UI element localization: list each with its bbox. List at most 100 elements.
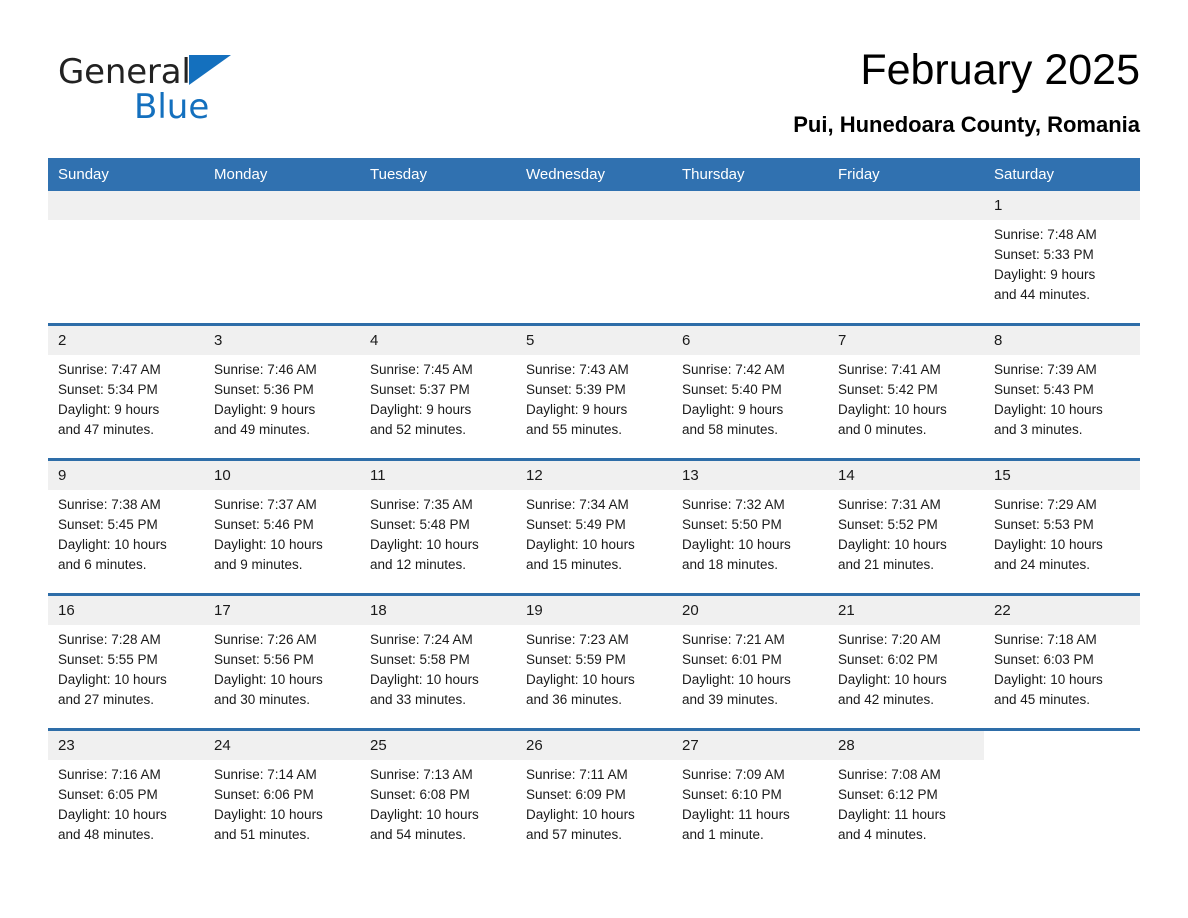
- day-number: 4: [360, 326, 516, 355]
- day-box[interactable]: 22 Sunrise: 7:18 AM Sunset: 6:03 PM Dayligh…: [984, 596, 1140, 728]
- day-details: Sunrise: 7:39 AM Sunset: 5:43 PM Daylight:…: [984, 355, 1140, 440]
- daylight-text-line1: Daylight: 10 hours: [214, 807, 323, 822]
- sunset-text: Sunset: 6:01 PM: [682, 652, 782, 667]
- sunset-text: Sunset: 6:09 PM: [526, 787, 626, 802]
- day-box[interactable]: 4 Sunrise: 7:45 AM Sunset: 5:37 PM Daylight…: [360, 326, 516, 458]
- day-box[interactable]: 6 Sunrise: 7:42 AM Sunset: 5:40 PM Daylight…: [672, 326, 828, 458]
- day-box[interactable]: 26 Sunrise: 7:11 AM Sunset: 6:09 PM Dayligh…: [516, 731, 672, 863]
- day-box[interactable]: 2 Sunrise: 7:47 AM Sunset: 5:34 PM Daylight…: [48, 326, 204, 458]
- sunset-text: Sunset: 5:50 PM: [682, 517, 782, 532]
- daylight-text-line1: Daylight: 10 hours: [838, 672, 947, 687]
- day-number: 3: [204, 326, 360, 355]
- page-header: General Blue February 2025 Pui, Hunedoar…: [48, 44, 1140, 150]
- sunset-text: Sunset: 5:37 PM: [370, 382, 470, 397]
- daylight-text-line2: and 42 minutes.: [838, 692, 935, 707]
- day-box[interactable]: 21 Sunrise: 7:20 AM Sunset: 6:02 PM Dayligh…: [828, 596, 984, 728]
- calendar-cell-day-21: 21 Sunrise: 7:20 AM Sunset: 6:02 PM Dayligh…: [828, 593, 984, 730]
- day-details: Sunrise: 7:29 AM Sunset: 5:53 PM Daylight:…: [984, 490, 1140, 575]
- sunrise-text: Sunrise: 7:18 AM: [994, 632, 1097, 647]
- sunrise-text: Sunrise: 7:32 AM: [682, 497, 785, 512]
- calendar-cell-day-8: 8 Sunrise: 7:39 AM Sunset: 5:43 PM Daylight…: [984, 323, 1140, 460]
- day-box[interactable]: 27 Sunrise: 7:09 AM Sunset: 6:10 PM Dayligh…: [672, 731, 828, 863]
- sunrise-text: Sunrise: 7:11 AM: [526, 767, 628, 782]
- daylight-text-line1: Daylight: 10 hours: [838, 537, 947, 552]
- day-details: Sunrise: 7:28 AM Sunset: 5:55 PM Daylight:…: [48, 625, 204, 710]
- daylight-text-line2: and 3 minutes.: [994, 422, 1083, 437]
- sunrise-text: Sunrise: 7:24 AM: [370, 632, 473, 647]
- day-box[interactable]: 5 Sunrise: 7:43 AM Sunset: 5:39 PM Daylight…: [516, 326, 672, 458]
- calendar-cell-empty: [672, 191, 828, 325]
- day-box[interactable]: 1 Sunrise: 7:48 AM Sunset: 5:33 PM Daylight…: [984, 191, 1140, 323]
- day-details: Sunrise: 7:45 AM Sunset: 5:37 PM Daylight:…: [360, 355, 516, 440]
- day-number: 6: [672, 326, 828, 355]
- sunrise-text: Sunrise: 7:29 AM: [994, 497, 1097, 512]
- daylight-text-line2: and 9 minutes.: [214, 557, 303, 572]
- daylight-text-line1: Daylight: 9 hours: [994, 267, 1096, 282]
- calendar-week-row: 16 Sunrise: 7:28 AM Sunset: 5:55 PM Dayligh…: [48, 593, 1140, 730]
- daylight-text-line2: and 12 minutes.: [370, 557, 467, 572]
- day-number: 11: [360, 461, 516, 490]
- day-box[interactable]: 11 Sunrise: 7:35 AM Sunset: 5:48 PM Dayligh…: [360, 461, 516, 593]
- day-box[interactable]: 7 Sunrise: 7:41 AM Sunset: 5:42 PM Daylight…: [828, 326, 984, 458]
- sunrise-text: Sunrise: 7:37 AM: [214, 497, 317, 512]
- day-box[interactable]: 9 Sunrise: 7:38 AM Sunset: 5:45 PM Daylight…: [48, 461, 204, 593]
- day-box[interactable]: 8 Sunrise: 7:39 AM Sunset: 5:43 PM Daylight…: [984, 326, 1140, 458]
- sunset-text: Sunset: 5:40 PM: [682, 382, 782, 397]
- sunrise-text: Sunrise: 7:39 AM: [994, 362, 1097, 377]
- day-details: Sunrise: 7:32 AM Sunset: 5:50 PM Daylight:…: [672, 490, 828, 575]
- daylight-text-line2: and 44 minutes.: [994, 287, 1091, 302]
- day-number-blank: [516, 191, 672, 220]
- sunrise-text: Sunrise: 7:43 AM: [526, 362, 629, 377]
- day-number: 28: [828, 731, 984, 760]
- day-box[interactable]: 10 Sunrise: 7:37 AM Sunset: 5:46 PM Dayligh…: [204, 461, 360, 593]
- day-box[interactable]: 14 Sunrise: 7:31 AM Sunset: 5:52 PM Dayligh…: [828, 461, 984, 593]
- calendar-cell-day-12: 12 Sunrise: 7:34 AM Sunset: 5:49 PM Dayligh…: [516, 458, 672, 595]
- daylight-text-line2: and 45 minutes.: [994, 692, 1091, 707]
- day-details: Sunrise: 7:11 AM Sunset: 6:09 PM Daylight:…: [516, 760, 672, 845]
- weekday-header-tuesday: Tuesday: [360, 158, 516, 191]
- day-box[interactable]: 13 Sunrise: 7:32 AM Sunset: 5:50 PM Dayligh…: [672, 461, 828, 593]
- calendar-cell-empty: [984, 728, 1140, 863]
- day-number: 5: [516, 326, 672, 355]
- sunset-text: Sunset: 6:10 PM: [682, 787, 782, 802]
- calendar-cell-day-9: 9 Sunrise: 7:38 AM Sunset: 5:45 PM Daylight…: [48, 458, 204, 595]
- day-box[interactable]: 19 Sunrise: 7:23 AM Sunset: 5:59 PM Dayligh…: [516, 596, 672, 728]
- calendar-cell-day-7: 7 Sunrise: 7:41 AM Sunset: 5:42 PM Daylight…: [828, 323, 984, 460]
- sunrise-text: Sunrise: 7:20 AM: [838, 632, 941, 647]
- day-number: 2: [48, 326, 204, 355]
- day-box[interactable]: 25 Sunrise: 7:13 AM Sunset: 6:08 PM Dayligh…: [360, 731, 516, 863]
- day-box[interactable]: 28 Sunrise: 7:08 AM Sunset: 6:12 PM Dayligh…: [828, 731, 984, 863]
- day-details: Sunrise: 7:09 AM Sunset: 6:10 PM Daylight:…: [672, 760, 828, 845]
- calendar-page: General Blue February 2025 Pui, Hunedoar…: [0, 0, 1188, 918]
- day-details: Sunrise: 7:21 AM Sunset: 6:01 PM Daylight:…: [672, 625, 828, 710]
- daylight-text-line1: Daylight: 10 hours: [214, 537, 323, 552]
- daylight-text-line2: and 48 minutes.: [58, 827, 155, 842]
- day-box[interactable]: 16 Sunrise: 7:28 AM Sunset: 5:55 PM Dayligh…: [48, 596, 204, 728]
- day-box[interactable]: 3 Sunrise: 7:46 AM Sunset: 5:36 PM Daylight…: [204, 326, 360, 458]
- day-details: Sunrise: 7:13 AM Sunset: 6:08 PM Daylight:…: [360, 760, 516, 845]
- logo-text-blue: Blue: [134, 87, 210, 127]
- day-box[interactable]: 23 Sunrise: 7:16 AM Sunset: 6:05 PM Dayligh…: [48, 731, 204, 863]
- day-box[interactable]: 12 Sunrise: 7:34 AM Sunset: 5:49 PM Dayligh…: [516, 461, 672, 593]
- day-box: [516, 191, 672, 323]
- daylight-text-line2: and 57 minutes.: [526, 827, 623, 842]
- daylight-text-line1: Daylight: 9 hours: [526, 402, 628, 417]
- day-box[interactable]: 17 Sunrise: 7:26 AM Sunset: 5:56 PM Dayligh…: [204, 596, 360, 728]
- day-box[interactable]: 18 Sunrise: 7:24 AM Sunset: 5:58 PM Dayligh…: [360, 596, 516, 728]
- day-box[interactable]: 20 Sunrise: 7:21 AM Sunset: 6:01 PM Dayligh…: [672, 596, 828, 728]
- sunrise-text: Sunrise: 7:38 AM: [58, 497, 161, 512]
- calendar-cell-day-16: 16 Sunrise: 7:28 AM Sunset: 5:55 PM Dayligh…: [48, 593, 204, 730]
- sunset-text: Sunset: 5:43 PM: [994, 382, 1094, 397]
- day-box[interactable]: 24 Sunrise: 7:14 AM Sunset: 6:06 PM Dayligh…: [204, 731, 360, 863]
- day-number: 7: [828, 326, 984, 355]
- generalblue-logo[interactable]: General Blue: [58, 52, 318, 126]
- calendar-cell-day-13: 13 Sunrise: 7:32 AM Sunset: 5:50 PM Dayligh…: [672, 458, 828, 595]
- day-box[interactable]: 15 Sunrise: 7:29 AM Sunset: 5:53 PM Dayligh…: [984, 461, 1140, 593]
- calendar-week-row: 1 Sunrise: 7:48 AM Sunset: 5:33 PM Daylight…: [48, 191, 1140, 325]
- calendar-cell-day-1: 1 Sunrise: 7:48 AM Sunset: 5:33 PM Daylight…: [984, 191, 1140, 325]
- calendar-cell-day-15: 15 Sunrise: 7:29 AM Sunset: 5:53 PM Dayligh…: [984, 458, 1140, 595]
- calendar-cell-day-3: 3 Sunrise: 7:46 AM Sunset: 5:36 PM Daylight…: [204, 323, 360, 460]
- weekday-header-row: Sunday Monday Tuesday Wednesday Thursday…: [48, 158, 1140, 191]
- day-details: Sunrise: 7:35 AM Sunset: 5:48 PM Daylight:…: [360, 490, 516, 575]
- daylight-text-line2: and 0 minutes.: [838, 422, 927, 437]
